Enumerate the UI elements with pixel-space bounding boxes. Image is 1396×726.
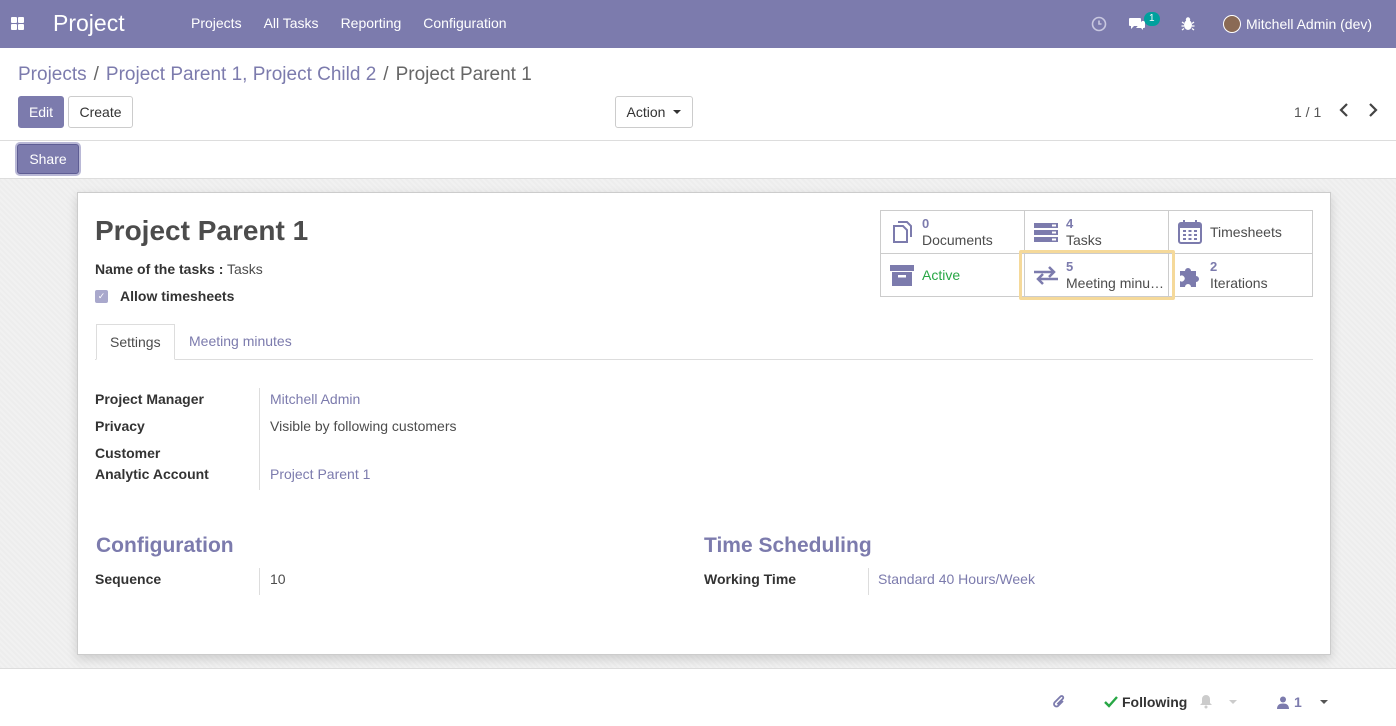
debug-bug-icon[interactable] xyxy=(1181,0,1195,48)
create-button[interactable]: Create xyxy=(68,96,133,128)
archive-icon xyxy=(890,265,914,286)
tasks-name-value: Tasks xyxy=(227,261,263,277)
activity-clock-icon[interactable] xyxy=(1091,0,1107,48)
puzzle-piece-icon xyxy=(1180,268,1199,287)
user-menu[interactable]: Mitchell Admin (dev) xyxy=(1223,0,1372,48)
breadcrumb: Projects / Project Parent 1, Project Child… xyxy=(18,64,532,86)
allow-timesheets-label: Allow timesheets xyxy=(120,288,235,304)
followers-button[interactable]: 1 xyxy=(1277,694,1302,710)
bell-icon[interactable] xyxy=(1199,694,1213,712)
field-separator xyxy=(259,568,260,595)
pager-previous-icon[interactable] xyxy=(1338,102,1350,121)
apps-grid-icon[interactable] xyxy=(11,17,24,30)
breadcrumb-current: Project Parent 1 xyxy=(395,64,532,85)
sequence-value: 10 xyxy=(270,571,286,587)
configuration-title: Configuration xyxy=(96,534,234,557)
privacy-value: Visible by following customers xyxy=(270,418,457,434)
record-title: Project Parent 1 xyxy=(95,215,309,246)
chevron-down-icon[interactable] xyxy=(1320,700,1328,704)
field-separator xyxy=(868,568,869,595)
tab-meeting-minutes[interactable]: Meeting minutes xyxy=(176,324,305,360)
documents-count: 0 xyxy=(922,216,930,231)
documents-smart-button[interactable]: 0 Documents xyxy=(880,210,1025,254)
following-label: Following xyxy=(1122,694,1188,710)
tasks-name-label: Name of the tasks : xyxy=(95,261,224,277)
calendar-icon xyxy=(1178,220,1202,244)
iterations-count: 2 xyxy=(1210,259,1218,274)
focus-highlight xyxy=(1019,250,1175,300)
time-scheduling-title: Time Scheduling xyxy=(704,534,872,557)
main-menu: Projects All Tasks Reporting Configurati… xyxy=(191,15,529,31)
chevron-down-icon[interactable] xyxy=(1229,700,1237,704)
edit-button[interactable]: Edit xyxy=(18,96,64,128)
menu-projects[interactable]: Projects xyxy=(191,15,242,31)
pager-next-icon[interactable] xyxy=(1367,102,1379,121)
customer-label: Customer xyxy=(95,445,161,461)
tasks-count: 4 xyxy=(1066,216,1074,231)
tasks-name-field: Name of the tasks : Tasks xyxy=(95,261,263,277)
project-manager-label: Project Manager xyxy=(95,391,204,407)
analytic-account-value[interactable]: Project Parent 1 xyxy=(270,466,370,482)
pager-value[interactable]: 1 / 1 xyxy=(1294,104,1321,120)
user-avatar xyxy=(1223,15,1241,33)
check-icon xyxy=(1104,696,1118,708)
documents-label: Documents xyxy=(922,232,993,248)
app-brand: Project xyxy=(53,10,125,36)
breadcrumb-separator: / xyxy=(93,64,99,85)
allow-timesheets-checkbox[interactable]: ✓ xyxy=(95,289,108,303)
tasks-tasks-icon xyxy=(1034,223,1058,242)
documents-icon xyxy=(893,221,912,243)
menu-configuration[interactable]: Configuration xyxy=(423,15,506,31)
share-button[interactable]: Share xyxy=(17,144,79,174)
user-name: Mitchell Admin (dev) xyxy=(1246,16,1373,32)
breadcrumb-projects[interactable]: Projects xyxy=(18,64,87,85)
top-navbar: Project Projects All Tasks Reporting Con… xyxy=(0,0,1396,48)
breadcrumb-parent[interactable]: Project Parent 1, Project Child 2 xyxy=(106,64,376,85)
paperclip-icon[interactable] xyxy=(1052,694,1066,713)
following-button[interactable]: Following xyxy=(1104,694,1187,710)
messages-badge: 1 xyxy=(1144,12,1160,26)
tab-settings[interactable]: Settings xyxy=(96,324,175,360)
field-separator xyxy=(259,388,260,490)
active-toggle-button[interactable]: Active xyxy=(880,253,1025,297)
allow-timesheets-field: ✓ Allow timesheets xyxy=(95,288,234,304)
action-dropdown-button[interactable]: Action xyxy=(615,96,693,128)
analytic-account-label: Analytic Account xyxy=(95,466,209,482)
sequence-label: Sequence xyxy=(95,571,162,587)
menu-reporting[interactable]: Reporting xyxy=(341,15,402,31)
form-statusbar xyxy=(0,141,1396,179)
tasks-smart-button[interactable]: 4 Tasks xyxy=(1024,210,1169,254)
active-label: Active xyxy=(922,267,961,283)
menu-all-tasks[interactable]: All Tasks xyxy=(264,15,319,31)
privacy-label: Privacy xyxy=(95,418,145,434)
timesheets-label: Timesheets xyxy=(1210,224,1282,240)
chevron-down-icon xyxy=(673,110,682,114)
timesheets-smart-button[interactable]: Timesheets xyxy=(1168,210,1313,254)
tasks-label: Tasks xyxy=(1066,232,1102,248)
followers-count: 1 xyxy=(1294,694,1302,710)
user-icon xyxy=(1277,696,1289,709)
iterations-label: Iterations xyxy=(1210,275,1268,291)
project-manager-value[interactable]: Mitchell Admin xyxy=(270,391,360,407)
action-label: Action xyxy=(626,104,666,120)
working-time-label: Working Time xyxy=(704,571,797,587)
iterations-smart-button[interactable]: 2 Iterations xyxy=(1168,253,1313,297)
working-time-value[interactable]: Standard 40 Hours/Week xyxy=(878,571,1035,587)
messages-chat-icon[interactable] xyxy=(1128,0,1146,48)
breadcrumb-separator: / xyxy=(383,64,389,85)
